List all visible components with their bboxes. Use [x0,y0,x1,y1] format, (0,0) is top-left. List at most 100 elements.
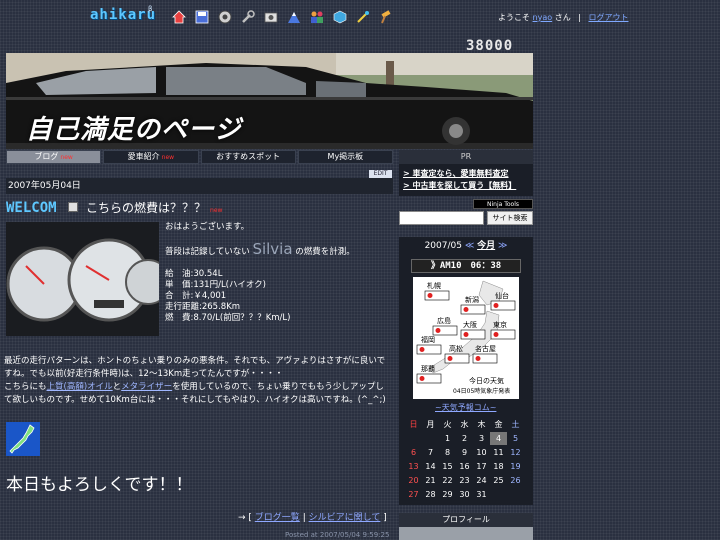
edit-button[interactable]: EDIT [369,170,392,178]
calendar-month: 2007/05 [424,241,462,251]
sidebar: PR > 車査定なら、愛車無料査定 > 中古車を探して買う【無料】 Ninja … [399,150,533,505]
calendar-day[interactable]: 6 [405,446,422,459]
calendar-day[interactable]: 10 [473,446,490,459]
camera-icon[interactable] [262,9,279,25]
nav-icon-bar [170,9,394,25]
calendar-day[interactable]: 27 [405,488,422,501]
tab-my-board[interactable]: My掲示板 [297,150,393,164]
welcome-separator: | [578,13,581,22]
main-tabs: ブログ new 愛車紹介 new おすすめスポット My掲示板 [6,150,393,164]
calendar-day[interactable]: 16 [456,460,473,473]
calendar-day[interactable]: 15 [439,460,456,473]
calendar-day [422,432,439,445]
calendar-day[interactable]: 13 [405,460,422,473]
tab-blog[interactable]: ブログ new [6,150,102,164]
entry-header: WELCOM こちらの燃費は？？？ new [6,198,393,218]
calendar-today-link[interactable]: 今月 [477,241,495,251]
calendar-day[interactable]: 31 [473,488,490,501]
entry-links: → [ ブログ一覧 | シルビアに関して ] [238,510,387,523]
home-icon[interactable] [170,9,187,25]
entry-line-2-suffix: の燃費を計測。 [295,247,355,257]
magic-icon[interactable] [354,9,371,25]
tools-icon[interactable] [239,9,256,25]
ninja-tools-badge[interactable]: Ninja Tools [473,199,533,209]
calendar-day[interactable]: 3 [473,432,490,445]
calendar-day[interactable]: 9 [456,446,473,459]
calendar-day[interactable]: 14 [422,460,439,473]
calendar-next-button[interactable]: ≫ [498,241,507,251]
blog-list-link[interactable]: ブログ一覧 [255,513,300,523]
calendar-day[interactable]: 22 [439,474,456,487]
para2-a: こちらにも [4,382,47,392]
speedometer-photo [6,222,159,336]
pr-link-appraisal[interactable]: > 車査定なら、愛車無料査定 [403,168,529,180]
calendar-day[interactable]: 24 [473,474,490,487]
pr-links: > 車査定なら、愛車無料査定 > 中古車を探して買う【無料】 [399,164,533,196]
weather-site-link[interactable]: ~天気予報コム~ [435,402,496,413]
people-icon[interactable] [308,9,325,25]
calendar-nav: 2007/05 ≪ 今月 ≫ [399,237,533,255]
category-icon [68,202,78,212]
calendar-day[interactable]: 11 [490,446,507,459]
calendar-day[interactable]: 17 [473,460,490,473]
calendar-day[interactable]: 12 [507,446,524,459]
site-search-input[interactable] [399,211,484,225]
entry-date: 2007年05月04日 [6,178,393,194]
entry-title[interactable]: こちらの燃費は？？？ new [86,199,222,216]
profile-image [399,527,533,540]
pr-link-used-car[interactable]: > 中古車を探して買う【無料】 [403,180,529,192]
settings-icon[interactable] [216,9,233,25]
brand-logo[interactable]: ahikaru β [90,5,155,27]
entry-paragraph-2: こちらにも上質(高額)オイルとメタライザーを使用しているので、ちょい乗りでももう… [4,381,392,407]
calendar-day[interactable]: 25 [490,474,507,487]
weather-map[interactable]: 札幌 新潟 仙台 広島 大阪 東京 福岡 高松 名古屋 那覇 今日の天気 04日… [413,277,519,399]
calendar-day[interactable]: 30 [456,488,473,501]
spec-fuel: 給 油:30.54L [165,269,223,279]
entry-paragraph-1: 最近の走行パターンは、ホントのちょい乗りのみの悪条件。それでも、アヴァよりはさす… [4,356,386,379]
spec-unit-price: 単 価:131円/L(ハイオク) [165,280,266,290]
calendar-day[interactable]: 20 [405,474,422,487]
fuel-specs: 給 油:30.54L 単 価:131円/L(ハイオク) 合 計:￥4,001 走… [165,269,395,324]
calendar-day[interactable]: 23 [456,474,473,487]
entry-body: おはようございます。 普段は記録していない Silvia の燃費を計測。 給 油… [165,222,395,324]
calendar-day[interactable]: 4 [490,432,507,445]
calendar-prev-button[interactable]: ≪ [465,241,474,251]
calendar-day[interactable]: 5 [507,432,524,445]
hammer-icon[interactable] [377,9,394,25]
silvia-topic-link[interactable]: シルビアに関して [309,513,381,523]
entry-new-badge: new [210,207,223,214]
calendar-day[interactable]: 28 [422,488,439,501]
site-search-button[interactable]: サイト検索 [487,211,533,225]
username-link[interactable]: nyao [533,13,553,22]
mountain-icon[interactable] [285,9,302,25]
logout-link[interactable]: ログアウト [589,13,629,22]
calendar-day[interactable]: 8 [439,446,456,459]
calendar-day[interactable]: 1 [439,432,456,445]
calendar-day[interactable]: 2 [456,432,473,445]
entry-paragraph: 最近の走行パターンは、ホントのちょい乗りのみの悪条件。それでも、アヴァよりはさす… [4,355,392,407]
entry-line-1: おはようございます。 [165,222,250,232]
top-bar: ahikaru β ようこそ nyao さん | ログアウト [0,0,720,36]
calendar-dow: 月 [426,420,435,429]
spec-distance: 走行距離:265.8Km [165,302,241,312]
calendar-day[interactable]: 21 [422,474,439,487]
calendar-dow: 木 [477,420,486,429]
calendar-day[interactable]: 26 [507,474,524,487]
profile-heading: プロフィール [399,513,533,527]
save-icon[interactable] [193,9,210,25]
oil-link[interactable]: 上質(高額)オイル [47,382,113,392]
calendar-day [490,488,507,501]
links-separator: | [302,513,306,523]
silvia-label: Silvia [252,240,293,258]
calendar-day[interactable]: 19 [507,460,524,473]
metalizer-link[interactable]: メタライザー [121,382,172,392]
tab-recommended-spots[interactable]: おすすめスポット [200,150,296,164]
calendar-day[interactable]: 18 [490,460,507,473]
weather-widget: 》AM10 06：38 札幌 新潟 仙台 広島 大阪 東京 福岡 高松 名古屋 … [399,255,533,415]
calendar-day[interactable]: 7 [422,446,439,459]
cube-icon[interactable] [331,9,348,25]
japan-map-icon [6,422,40,456]
tab-car-intro[interactable]: 愛車紹介 new [103,150,199,164]
calendar-dow: 金 [494,420,503,429]
calendar-day[interactable]: 29 [439,488,456,501]
